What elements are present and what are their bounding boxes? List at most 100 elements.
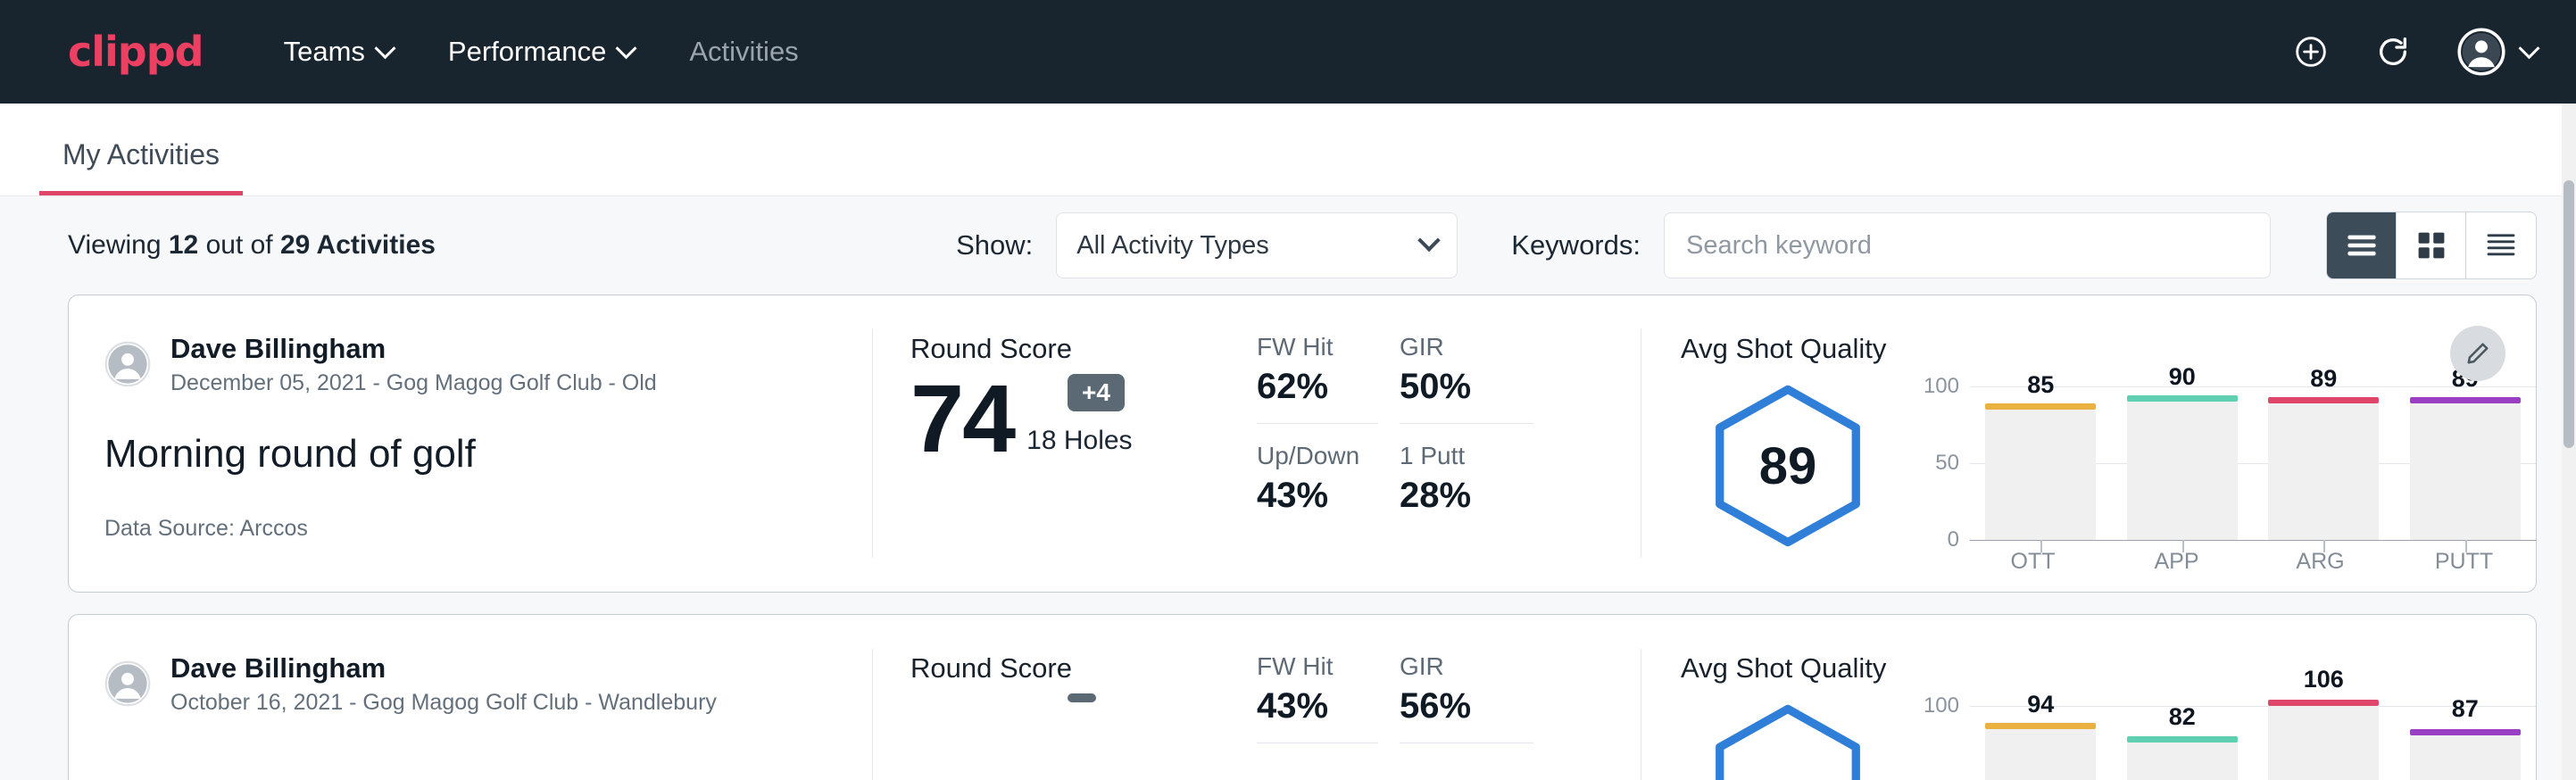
activity-summary: Dave Billingham December 05, 2021 - Gog … (69, 295, 872, 592)
round-stats-grid: FW Hit 43% GIR 56% (1257, 652, 1641, 743)
round-stats-section: FW Hit 62% GIR 50% Up/Down 43% 1 Putt 28… (1221, 295, 1641, 592)
bar-ott-value: 94 (2027, 691, 2054, 718)
bar-ott-rect (1985, 729, 2096, 780)
viewing-prefix: Viewing (68, 230, 169, 260)
pencil-icon (2464, 340, 2491, 367)
activity-user: Dave Billingham December 05, 2021 - Gog … (104, 333, 836, 396)
search-input[interactable] (1664, 212, 2271, 278)
y-tick-50: 50 (1935, 451, 1959, 476)
add-button[interactable] (2293, 34, 2329, 70)
y-tick-0: 0 (1948, 527, 1959, 552)
nav-item-activities-label: Activities (689, 36, 798, 68)
bar-putt-rect (2410, 403, 2521, 540)
round-score-row: 74 +4 18 Holes (910, 370, 1221, 467)
activity-card-list: Dave Billingham December 05, 2021 - Gog … (0, 295, 2576, 780)
bar-app-value: 90 (2169, 363, 2196, 391)
score-differential-badge (1068, 693, 1096, 702)
chart-bars: 85 90 (1970, 386, 2536, 540)
nav-item-activities[interactable]: Activities (689, 36, 798, 68)
bar-app: 82 (2127, 706, 2238, 780)
chevron-down-icon (616, 37, 637, 59)
app-logo[interactable]: clippd (68, 28, 204, 76)
y-tick-100: 100 (1924, 374, 1959, 399)
chart-x-axis: OTT APP ARG PUTT (1961, 549, 2536, 575)
bar-putt: 89 (2410, 386, 2521, 540)
grid-view-button[interactable] (2397, 212, 2466, 278)
stat-fw-hit: FW Hit 43% (1257, 652, 1378, 743)
avg-shot-quality-section: Avg Shot Quality 89 100 50 (1641, 295, 2536, 592)
round-score-section: Round Score (873, 615, 1221, 780)
holes-played: 18 Holes (1026, 426, 1132, 467)
viewing-total: 29 Activities (280, 230, 436, 260)
activity-card[interactable]: Dave Billingham October 16, 2021 - Gog M… (68, 614, 2537, 780)
stat-up-down-value: 43% (1257, 476, 1378, 532)
main-nav: Teams Performance Activities (284, 36, 799, 68)
bar-putt: 87 (2410, 706, 2521, 780)
top-navigation-bar: clippd Teams Performance Activities (0, 0, 2576, 104)
stat-up-down-label: Up/Down (1257, 442, 1378, 470)
avg-shot-quality-body: 89 100 50 0 (1681, 378, 2536, 575)
round-score-row (910, 690, 1221, 701)
avg-shot-quality-label: Avg Shot Quality (1681, 652, 2536, 685)
stat-gir-value: 50% (1400, 367, 1533, 424)
edit-activity-button[interactable] (2450, 326, 2505, 381)
bar-ott-value: 85 (2027, 371, 2054, 399)
stat-up-down: Up/Down 43% (1257, 424, 1378, 532)
activity-title: Morning round of golf (104, 432, 836, 477)
bar-putt-rect (2410, 735, 2521, 780)
nav-item-teams-label: Teams (284, 36, 365, 68)
activity-card[interactable]: Dave Billingham December 05, 2021 - Gog … (68, 295, 2537, 593)
bar-putt-cap (2410, 729, 2521, 735)
view-mode-toggle (2326, 212, 2537, 279)
stat-fw-hit-label: FW Hit (1257, 652, 1378, 681)
bar-arg-cap (2268, 700, 2379, 706)
chevron-down-icon (1418, 229, 1441, 252)
compact-view-button[interactable] (2466, 212, 2536, 278)
list-view-button[interactable] (2327, 212, 2397, 278)
bar-ott-cap (1985, 403, 2096, 410)
bar-app-cap (2127, 395, 2238, 402)
stat-gir-label: GIR (1400, 333, 1533, 361)
activity-type-select[interactable]: All Activity Types (1056, 212, 1458, 278)
user-menu[interactable] (2457, 28, 2537, 76)
viewing-summary: Viewing 12 out of 29 Activities (68, 230, 436, 261)
chart-plot-area: 94 82 (1970, 706, 2536, 780)
bar-ott: 85 (1985, 386, 2096, 540)
activity-meta: October 16, 2021 - Gog Magog Golf Club -… (170, 690, 717, 716)
stat-fw-hit-label: FW Hit (1257, 333, 1378, 361)
nav-item-teams[interactable]: Teams (284, 36, 393, 68)
bar-app-value: 82 (2169, 703, 2196, 731)
chart-bars: 94 82 (1970, 706, 2536, 780)
page-scrollbar[interactable] (2562, 104, 2576, 780)
tab-my-activities[interactable]: My Activities (39, 138, 243, 195)
round-score-label: Round Score (910, 652, 1221, 685)
refresh-button[interactable] (2375, 34, 2411, 70)
x-label-putt: PUTT (2409, 549, 2520, 575)
bar-putt-value: 87 (2452, 695, 2479, 723)
bar-app: 90 (2127, 386, 2238, 540)
avg-shot-quality-label: Avg Shot Quality (1681, 333, 2536, 365)
show-label: Show: (956, 229, 1033, 261)
round-stats-grid: FW Hit 62% GIR 50% Up/Down 43% 1 Putt 28… (1257, 333, 1641, 532)
score-differential-badge: +4 (1068, 374, 1125, 411)
y-tick-100: 100 (1924, 693, 1959, 718)
x-tick (2465, 540, 2467, 552)
keywords-label: Keywords: (1511, 229, 1641, 261)
nav-item-performance[interactable]: Performance (448, 36, 634, 68)
activity-user-name: Dave Billingham (170, 333, 657, 365)
quality-hexagon: 89 (1705, 383, 1871, 549)
activity-user-text: Dave Billingham December 05, 2021 - Gog … (170, 333, 657, 396)
bar-arg-value: 106 (2304, 666, 2344, 693)
viewing-count: 12 (169, 230, 198, 260)
stat-fw-hit: FW Hit 62% (1257, 333, 1378, 424)
bar-putt-cap (2410, 397, 2521, 403)
bar-arg-value: 89 (2310, 365, 2337, 393)
scrollbar-thumb[interactable] (2564, 180, 2574, 448)
x-tick (2323, 540, 2325, 552)
bar-ott-cap (1985, 723, 2096, 729)
bar-app-cap (2127, 736, 2238, 743)
filter-controls: Show: All Activity Types Keywords: (956, 212, 2537, 279)
bar-app-rect (2127, 402, 2238, 540)
activity-type-select-value: All Activity Types (1076, 231, 1268, 261)
round-score-value: 74 (910, 370, 1014, 467)
